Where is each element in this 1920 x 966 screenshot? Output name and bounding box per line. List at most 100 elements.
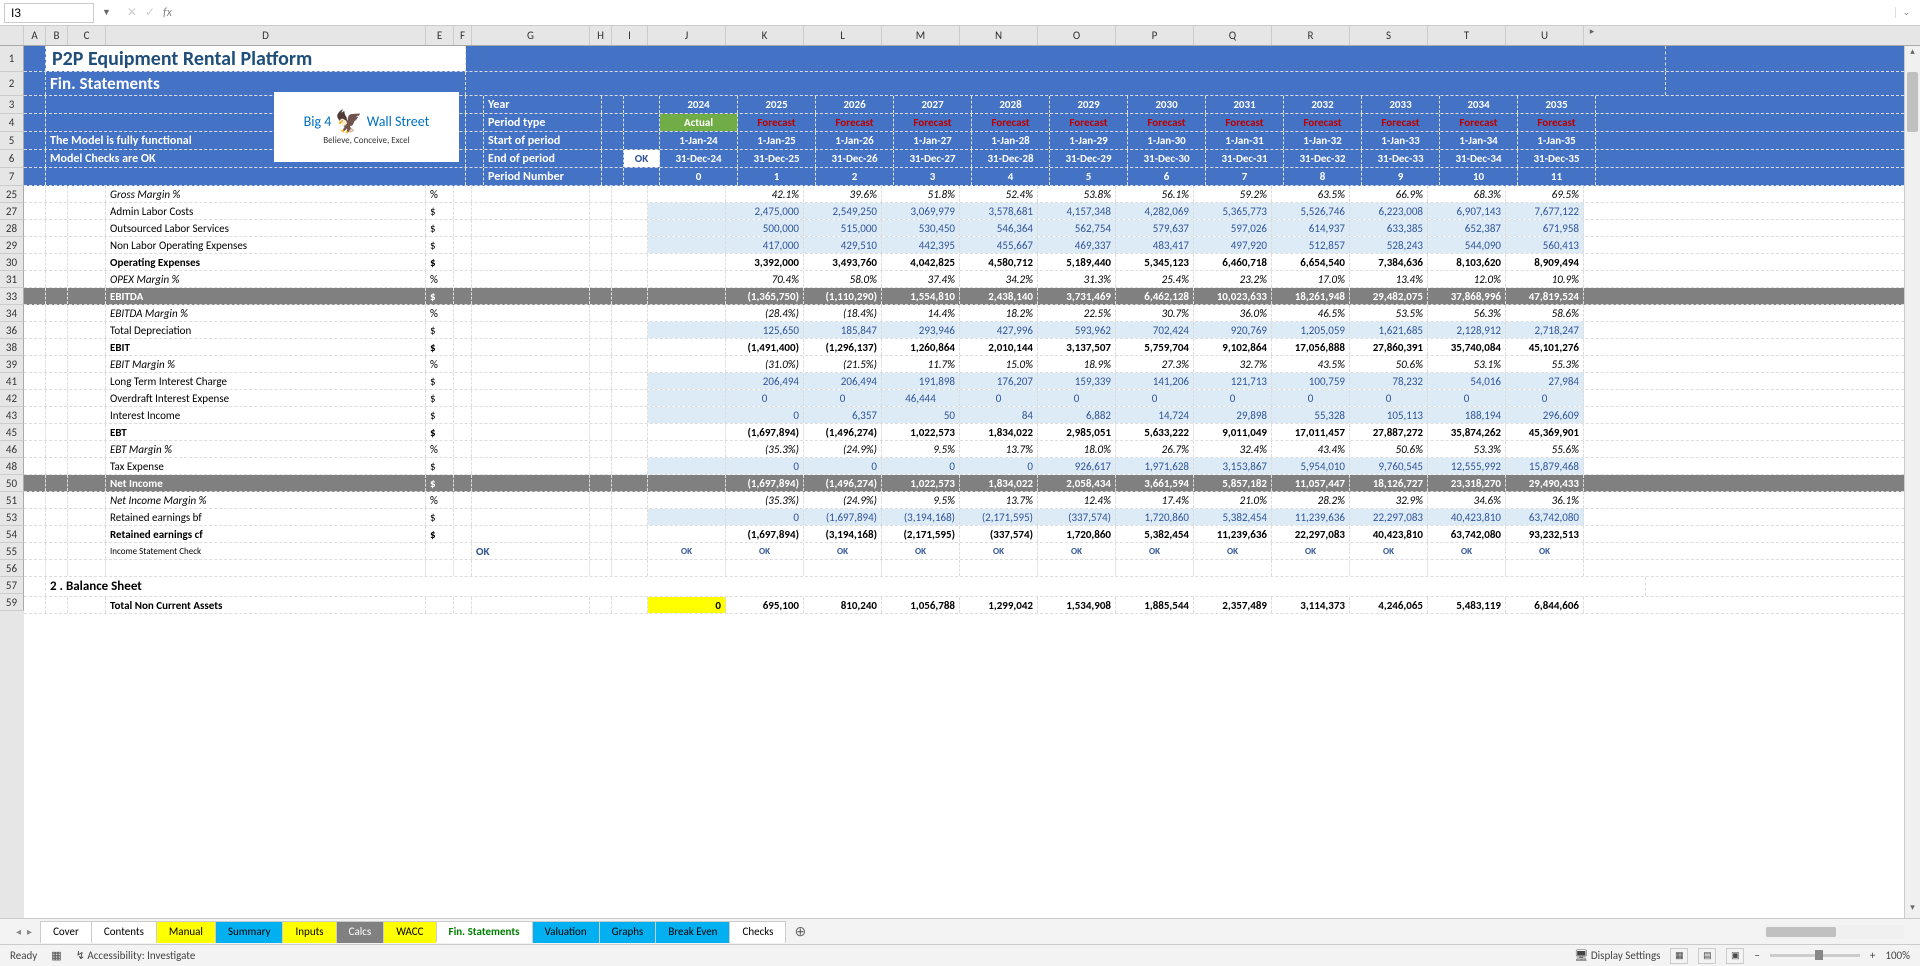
accessibility-status[interactable]: ↯ Accessibility: Investigate — [76, 949, 196, 962]
tab-inputs[interactable]: Inputs — [282, 921, 336, 943]
data-cell: 22,297,083 — [1350, 509, 1428, 525]
row-header-38[interactable]: 38 — [0, 339, 24, 356]
tab-contents[interactable]: Contents — [91, 921, 157, 943]
row-header-45[interactable]: 45 — [0, 424, 24, 441]
fx-icon[interactable]: fx — [163, 6, 172, 20]
row-header-34[interactable]: 34 — [0, 305, 24, 322]
name-box[interactable] — [4, 3, 94, 23]
scroll-down-icon[interactable]: ▾ — [1905, 902, 1920, 918]
row-header-27[interactable]: 27 — [0, 203, 24, 220]
row-header-54[interactable]: 54 — [0, 526, 24, 543]
tab-calcs[interactable]: Calcs — [336, 921, 385, 943]
row-header-30[interactable]: 30 — [0, 254, 24, 271]
zoom-out-icon[interactable]: − — [1754, 949, 1759, 962]
row-header-29[interactable]: 29 — [0, 237, 24, 254]
row-header-5[interactable]: 5 — [0, 132, 24, 150]
row-header-41[interactable]: 41 — [0, 373, 24, 390]
formula-input[interactable] — [184, 4, 1892, 22]
col-header-A[interactable]: A — [24, 26, 46, 45]
tab-graphs[interactable]: Graphs — [599, 921, 657, 943]
row-header-55[interactable]: 55 — [0, 543, 24, 560]
row-header-48[interactable]: 48 — [0, 458, 24, 475]
col-header-S[interactable]: S — [1350, 26, 1428, 45]
enter-icon[interactable]: ✓ — [145, 5, 155, 20]
zoom-in-icon[interactable]: + — [1870, 949, 1875, 962]
tab-manual[interactable]: Manual — [156, 921, 216, 943]
row-header-1[interactable]: 1 — [0, 46, 24, 72]
row-header-31[interactable]: 31 — [0, 271, 24, 288]
col-header-F[interactable]: F — [454, 26, 472, 45]
data-cell — [1272, 560, 1350, 576]
tab-nav[interactable]: ◂▸ — [8, 925, 40, 938]
formula-expand-icon[interactable]: ⌄ — [1895, 7, 1916, 18]
tab-checks[interactable]: Checks — [729, 921, 786, 943]
row-header-6[interactable]: 6 — [0, 150, 24, 168]
row-header-56[interactable]: 56 — [0, 560, 24, 577]
row-header-3[interactable]: 3 — [0, 96, 24, 114]
tab-fin-statements[interactable]: Fin. Statements — [436, 921, 533, 943]
row-header-42[interactable]: 42 — [0, 390, 24, 407]
vscroll-thumb[interactable] — [1907, 72, 1918, 132]
row-header-53[interactable]: 53 — [0, 509, 24, 526]
tab-break-even[interactable]: Break Even — [655, 921, 730, 943]
row-header-36[interactable]: 36 — [0, 322, 24, 339]
data-cell: 9,102,864 — [1194, 339, 1272, 355]
cancel-icon[interactable]: ✕ — [127, 5, 137, 20]
hdr-val: 1-Jan-29 — [1050, 132, 1128, 149]
col-header-L[interactable]: L — [804, 26, 882, 45]
col-header-U[interactable]: U — [1506, 26, 1584, 45]
col-header-O[interactable]: O — [1038, 26, 1116, 45]
col-header-E[interactable]: E — [426, 26, 454, 45]
row-header-57[interactable]: 57 — [0, 577, 24, 594]
zoom-level[interactable]: 100% — [1885, 949, 1910, 962]
row-header-33[interactable]: 33 — [0, 288, 24, 305]
col-header-C[interactable]: C — [68, 26, 106, 45]
vertical-scrollbar[interactable]: ▴ ▾ — [1904, 46, 1920, 918]
page-break-view-icon[interactable]: ▣ — [1726, 948, 1744, 964]
col-header-Q[interactable]: Q — [1194, 26, 1272, 45]
row-label: Long Term Interest Charge — [106, 373, 426, 389]
col-scroll-right[interactable]: ▸ — [1584, 26, 1600, 42]
row-header-28[interactable]: 28 — [0, 220, 24, 237]
row-header-50[interactable]: 50 — [0, 475, 24, 492]
col-header-M[interactable]: M — [882, 26, 960, 45]
row-header-2[interactable]: 2 — [0, 72, 24, 96]
col-header-I[interactable]: I — [612, 26, 648, 45]
col-header-D[interactable]: D — [106, 26, 426, 45]
name-box-dropdown[interactable]: ▼ — [98, 7, 115, 18]
col-header-G[interactable]: G — [472, 26, 590, 45]
scroll-up-icon[interactable]: ▴ — [1905, 46, 1920, 62]
row-header-25[interactable]: 25 — [0, 186, 24, 203]
col-header-R[interactable]: R — [1272, 26, 1350, 45]
tab-wacc[interactable]: WACC — [383, 921, 436, 943]
col-header-T[interactable]: T — [1428, 26, 1506, 45]
col-header-J[interactable]: J — [648, 26, 726, 45]
tab-summary[interactable]: Summary — [215, 921, 284, 943]
tab-cover[interactable]: Cover — [40, 921, 92, 943]
macro-record-icon[interactable]: ▦ — [51, 949, 61, 962]
row-header-43[interactable]: 43 — [0, 407, 24, 424]
hscroll-thumb[interactable] — [1766, 927, 1836, 937]
col-header-H[interactable]: H — [590, 26, 612, 45]
cells-grid[interactable]: Big 4 🦅 Wall Street Believe, Conceive, E… — [24, 46, 1904, 918]
col-header-K[interactable]: K — [726, 26, 804, 45]
row-header-7[interactable]: 7 — [0, 168, 24, 186]
row-header-51[interactable]: 51 — [0, 492, 24, 509]
normal-view-icon[interactable]: ▦ — [1670, 948, 1688, 964]
row-header-4[interactable]: 4 — [0, 114, 24, 132]
col-header-N[interactable]: N — [960, 26, 1038, 45]
row-header-59[interactable]: 59 — [0, 594, 24, 611]
display-settings[interactable]: 🖥 Display Settings — [1574, 949, 1660, 962]
page-layout-view-icon[interactable]: ▤ — [1698, 948, 1716, 964]
col-header-B[interactable]: B — [46, 26, 68, 45]
row-header-46[interactable]: 46 — [0, 441, 24, 458]
col-header-P[interactable]: P — [1116, 26, 1194, 45]
row-header-39[interactable]: 39 — [0, 356, 24, 373]
tab-valuation[interactable]: Valuation — [532, 921, 600, 943]
data-cell — [1116, 560, 1194, 576]
horizontal-scrollbar[interactable] — [1764, 925, 1904, 939]
zoom-slider[interactable] — [1770, 954, 1860, 957]
select-all-corner[interactable] — [0, 26, 24, 45]
new-sheet-button[interactable]: ⊕ — [785, 919, 815, 944]
data-cell: 27.3% — [1116, 356, 1194, 372]
